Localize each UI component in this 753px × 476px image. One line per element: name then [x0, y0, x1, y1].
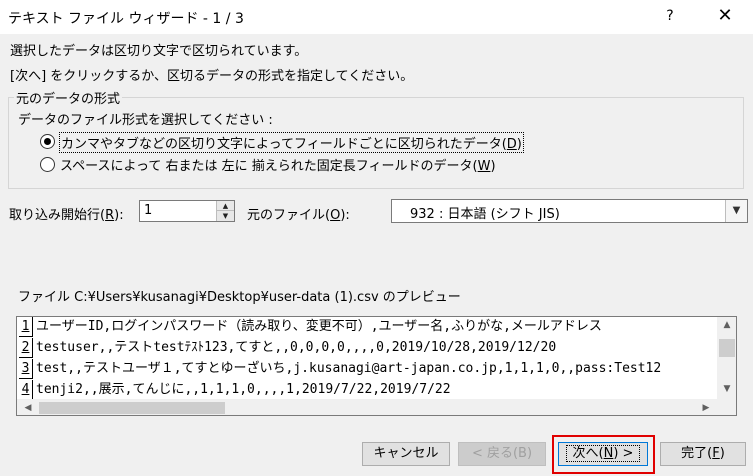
row-text: testuser,,テストtestﾃｽﾄ123,てすと,,0,0,0,0,,,,… [36, 340, 557, 355]
origin-select[interactable]: 932 : 日本語 (シフト JIS) ▼ [391, 199, 748, 223]
row-text: ユーザーID,ログインパスワード（読み取り、変更不可）,ユーザー名,ふりがな,メ… [36, 319, 602, 334]
row-number: 1 [19, 317, 33, 337]
preview-row: 1 ユーザーID,ログインパスワード（読み取り、変更不可）,ユーザー名,ふりがな… [17, 317, 717, 338]
row-text: tenji2,,展示,てんじに,,1,1,1,0,,,,1,2019/7/22,… [36, 382, 451, 397]
description-line-1: 選択したデータは区切り文字で区切られています。 [10, 44, 308, 59]
next-button[interactable]: 次へ(N) > [558, 442, 648, 466]
horizontal-scroll-thumb[interactable] [39, 402, 225, 414]
row-text: test,,テストユーザ１,てすとゆーざいち,j.kusanagi@art-ja… [36, 361, 662, 376]
row-number: 2 [19, 338, 33, 358]
scroll-corner [717, 399, 736, 415]
preview-pane[interactable]: 1 ユーザーID,ログインパスワード（読み取り、変更不可）,ユーザー名,ふりがな… [16, 316, 737, 416]
close-button[interactable]: ✕ [705, 2, 745, 30]
origin-select-value: 932 : 日本語 (シフト JIS) [410, 207, 560, 222]
row-number: 4 [19, 380, 33, 400]
group-title: 元のデータの形式 [14, 88, 123, 107]
preview-label: ファイル C:¥Users¥kusanagi¥Desktop¥user-data… [18, 290, 461, 305]
scroll-right-icon[interactable]: ▶ [697, 399, 715, 415]
start-row-value[interactable]: 1 [144, 203, 152, 218]
wizard-dialog: 選択したデータは区切り文字で区切られています。 [次へ] をクリックするか、区切… [0, 34, 753, 476]
spin-up-arrow-icon[interactable]: ▲ [216, 201, 234, 211]
description-line-2: [次へ] をクリックするか、区切るデータの形式を指定してください。 [10, 69, 414, 84]
spin-down-arrow-icon[interactable]: ▼ [216, 211, 234, 221]
scroll-down-icon[interactable]: ▼ [717, 381, 736, 397]
cancel-button[interactable]: キャンセル [362, 442, 450, 466]
preview-row: 3 test,,テストユーザ１,てすとゆーざいち,j.kusanagi@art-… [17, 359, 717, 380]
scroll-up-icon[interactable]: ▲ [717, 317, 736, 333]
title-bar: テキスト ファイル ウィザード - 1 / 3 ? ✕ [0, 0, 753, 34]
origin-label: 元のファイル(O): [247, 208, 350, 223]
chevron-down-icon[interactable]: ▼ [725, 200, 747, 222]
help-button[interactable]: ? [660, 8, 680, 24]
fixed-width-radio[interactable] [40, 157, 55, 172]
back-button[interactable]: < 戻る(B) [458, 442, 546, 466]
vertical-scrollbar[interactable]: ▲ ▼ [717, 317, 736, 399]
start-row-label: 取り込み開始行(R): [9, 208, 124, 223]
row-number: 3 [19, 359, 33, 379]
delimited-radio-label[interactable]: カンマやタブなどの区切り文字によってフィールドごとに区切られたデータ(D) [59, 132, 524, 153]
horizontal-scrollbar[interactable]: ◀ ▶ [17, 399, 717, 415]
group-prompt: データのファイル形式を選択してください : [18, 113, 273, 128]
delimited-radio[interactable] [40, 134, 55, 149]
preview-row: 2 testuser,,テストtestﾃｽﾄ123,てすと,,0,0,0,0,,… [17, 338, 717, 359]
fixed-width-radio-label[interactable]: スペースによって 右または 左に 揃えられた固定長フィールドのデータ(W) [60, 155, 496, 174]
finish-button[interactable]: 完了(F) [660, 442, 746, 466]
window-title: テキスト ファイル ウィザード - 1 / 3 [8, 11, 244, 27]
vertical-scroll-thumb[interactable] [719, 339, 735, 357]
scroll-left-icon[interactable]: ◀ [19, 399, 37, 415]
preview-row: 4 tenji2,,展示,てんじに,,1,1,1,0,,,,1,2019/7/2… [17, 380, 717, 401]
start-row-stepper[interactable]: 1 ▲ ▼ [139, 200, 235, 222]
